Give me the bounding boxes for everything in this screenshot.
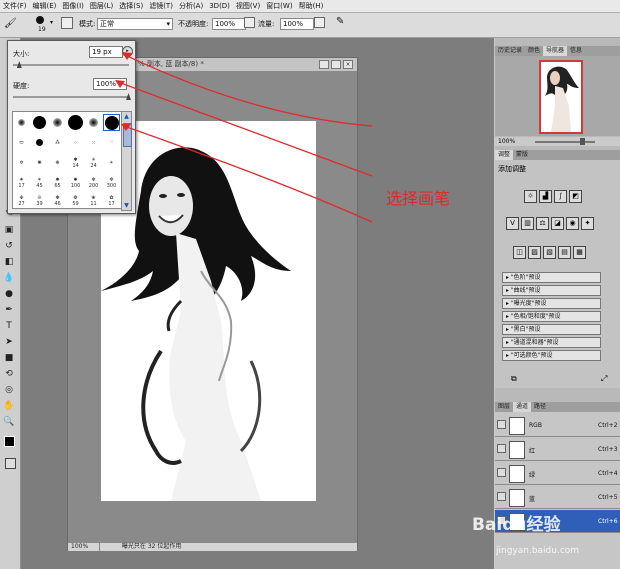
arrow-to-size-field — [124, 54, 373, 127]
arrowhead-icon — [122, 52, 132, 60]
watermark-brand: Baidu经验 — [472, 515, 561, 535]
annotation-overlay — [115, 52, 373, 223]
arrow-to-brush-preset — [123, 125, 373, 223]
arrow-to-hardness-field — [117, 81, 373, 177]
annotation-label: 选择画笔 — [386, 189, 451, 208]
watermark-url: jingyan.baidu.com — [496, 546, 580, 556]
